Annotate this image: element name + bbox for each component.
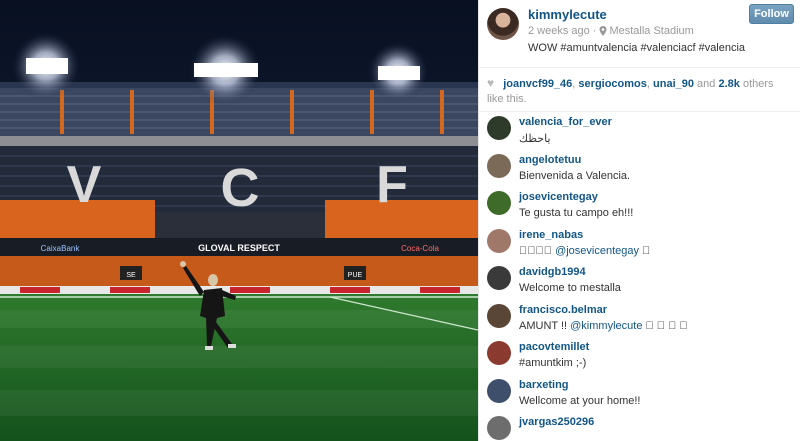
comment-item: angelotetuu Bienvenida a Valencia.: [487, 153, 800, 192]
likes-count[interactable]: 2.8k: [718, 78, 739, 90]
like-user-1[interactable]: joanvcf99_46: [503, 78, 572, 90]
comment-item: francisco.belmar AMUNT !! @kimmylecute 󾌧…: [487, 303, 800, 342]
post-time[interactable]: 2 weeks ago: [528, 25, 590, 37]
stadium-letter-f: F: [376, 156, 408, 214]
comment-item: irene_nabas 󾌧󾌧󾌧󾌧 @josevicentegay 󾌧: [487, 228, 800, 267]
comment-username[interactable]: irene_nabas: [519, 229, 650, 241]
likes-and: and: [697, 78, 716, 90]
comment-avatar[interactable]: [487, 378, 511, 403]
stadium-letter-v: V: [67, 156, 102, 214]
comment-username[interactable]: davidgb1994: [519, 266, 621, 278]
comment-text-suffix: 󾌧 󾌧 󾌧 󾌧: [642, 319, 688, 332]
comment-text-prefix: 󾌧󾌧󾌧󾌧: [519, 244, 552, 257]
comment-username[interactable]: jvargas250296: [519, 416, 594, 428]
post-meta: kimmylecute 2 weeks ago · Mestalla Stadi…: [528, 6, 745, 67]
comment-avatar[interactable]: [487, 341, 511, 365]
heart-icon[interactable]: ♥: [487, 76, 494, 91]
comment-mention[interactable]: @josevicentegay: [555, 245, 639, 257]
location-pin-icon: [599, 26, 607, 36]
avatar[interactable]: [487, 8, 519, 40]
comment-username[interactable]: pacovtemillet: [519, 341, 589, 353]
comment-username[interactable]: valencia_for_ever: [519, 116, 612, 128]
comment-item: barxeting Wellcome at your home!!: [487, 378, 800, 417]
comment-text: AMUNT !! @kimmylecute 󾌧 󾌧 󾌧 󾌧: [519, 320, 688, 332]
comment-avatar[interactable]: [487, 228, 511, 253]
comment-item: josevicentegay Te gusta tu campo eh!!!: [487, 191, 800, 229]
comment-username[interactable]: barxeting: [519, 379, 640, 391]
tunnel-left: SE: [126, 272, 136, 279]
post-username[interactable]: kimmylecute: [528, 7, 745, 22]
comment-avatar[interactable]: [487, 303, 511, 328]
post-location[interactable]: Mestalla Stadium: [609, 25, 693, 37]
sponsor-left: CaixaBank: [41, 244, 81, 253]
banner-text: GLOVAL RESPECT: [198, 243, 280, 253]
comment-item: valencia_for_ever ياحظك: [487, 116, 800, 154]
post-caption: WOW #amuntvalencia #valenciacf #valencia: [528, 42, 746, 54]
comment-text: Te gusta tu campo eh!!!: [519, 207, 634, 219]
meta-separator: ·: [592, 25, 597, 37]
sponsor-right: Coca-Cola: [401, 244, 439, 253]
likes-section: ♥ joanvcf99_46, sergiocomos, unai_90 and…: [479, 68, 800, 112]
comment-username[interactable]: francisco.belmar: [519, 304, 688, 316]
comment-item: jvargas250296: [487, 416, 800, 441]
comment-text: Wellcome at your home!!: [519, 394, 641, 407]
comment-avatar[interactable]: [487, 191, 511, 215]
tunnel-right: PUE: [348, 272, 363, 279]
stadium-image: V C F GLOVAL RESPECT CaixaBank Coca-Cola…: [0, 0, 478, 441]
comment-item: pacovtemillet #amuntkim ;-): [487, 341, 800, 379]
comments-list: valencia_for_ever ياحظك angelotetuu Bien…: [479, 112, 800, 441]
comment-text: Welcome to mestalla: [519, 282, 621, 294]
comment-avatar[interactable]: [487, 266, 511, 290]
comment-username[interactable]: josevicentegay: [519, 191, 633, 203]
follow-button[interactable]: Follow: [749, 4, 794, 24]
post-photo[interactable]: V C F GLOVAL RESPECT CaixaBank Coca-Cola…: [0, 0, 478, 441]
comment-mention[interactable]: @kimmylecute: [570, 320, 642, 332]
comment-text: #amuntkim ;-): [519, 357, 587, 369]
comment-avatar[interactable]: [487, 116, 511, 140]
comment-item: davidgb1994 Welcome to mestalla: [487, 266, 800, 304]
comment-text-suffix: 󾌧: [639, 244, 651, 257]
comment-avatar[interactable]: [487, 153, 511, 178]
post-time-location: 2 weeks ago · Mestalla Stadium: [528, 25, 745, 37]
comment-text: ياحظك: [519, 133, 551, 145]
post-header: kimmylecute 2 weeks ago · Mestalla Stadi…: [479, 0, 800, 68]
comment-text-prefix: AMUNT !!: [519, 319, 571, 332]
like-user-2[interactable]: sergiocomos: [578, 78, 646, 90]
comment-text: 󾌧󾌧󾌧󾌧 @josevicentegay 󾌧: [519, 245, 650, 257]
comment-username[interactable]: angelotetuu: [519, 154, 630, 166]
like-user-3[interactable]: unai_90: [653, 78, 694, 90]
comment-avatar[interactable]: [487, 416, 511, 440]
comment-text: Bienvenida a Valencia.: [519, 169, 631, 182]
post-sidebar: kimmylecute 2 weeks ago · Mestalla Stadi…: [478, 0, 800, 441]
stadium-letter-c: C: [221, 158, 260, 218]
